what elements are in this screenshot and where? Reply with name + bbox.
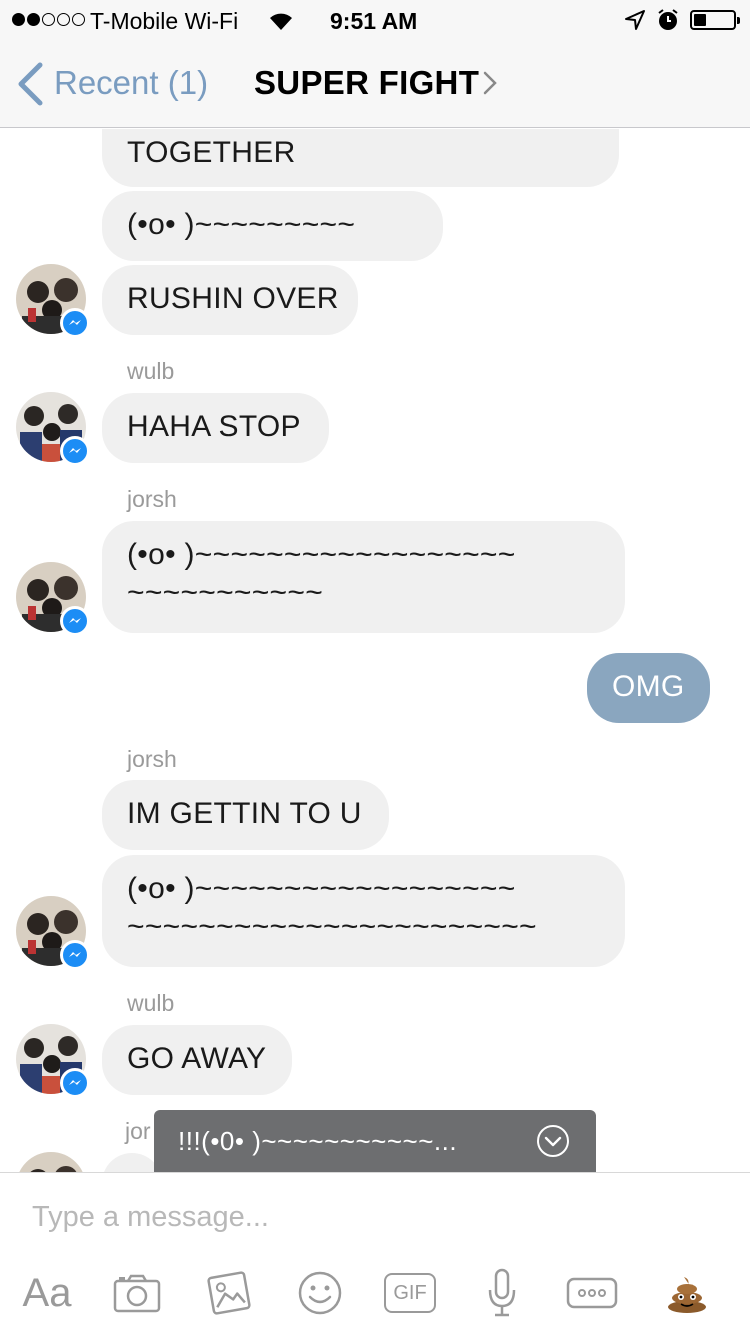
message-bubble[interactable]: TOGETHER [102,129,619,187]
messenger-badge-icon [60,1068,90,1098]
alarm-icon [656,8,680,38]
composer-toolbar: Aa GIF [0,1263,750,1323]
messenger-badge-icon [60,308,90,338]
message-text: RUSHIN OVER [127,282,339,315]
sender-name: jor [125,1118,151,1144]
message-text: OMG [612,670,685,703]
message-text: IM GETTIN TO U [127,797,362,830]
message-composer: Aa GIF [0,1172,750,1334]
quick-reply-suggestion[interactable]: !!!(•0• )~~~~~~~~~~~... [154,1110,596,1172]
location-arrow-icon [624,9,646,37]
message-list[interactable]: TOGETHER (•o• )~~~~~~~~~ RUSHIN OVER wul… [0,129,750,1172]
sent-message-bubble[interactable]: OMG [587,653,710,723]
clock: 9:51 AM [330,8,418,34]
sender-name: wulb [127,358,175,384]
message-text: (•o• )~~~~~~~~~~~~~~~~~~ [127,872,516,905]
poop-emoji-icon[interactable] [664,1263,710,1323]
message-text: TOGETHER [127,136,296,169]
sender-name: jorsh [127,746,177,772]
message-text: ~~~~~~~~~~~~~~~~~~~~~~~ [127,910,537,943]
gif-icon[interactable]: GIF [383,1263,437,1323]
message-bubble[interactable]: (•o• )~~~~~~~~~~~~~~~~~~ ~~~~~~~~~~~~~~~… [102,855,625,967]
contact-avatar[interactable] [16,562,90,636]
sender-name: wulb [127,990,175,1016]
wifi-icon [268,10,294,38]
more-icon[interactable] [566,1263,618,1323]
chevron-right-icon[interactable] [482,70,498,101]
contact-avatar[interactable] [16,896,90,970]
message-bubble[interactable] [102,1153,162,1172]
signal-strength-icon [12,13,85,26]
messenger-badge-icon [60,606,90,636]
message-bubble[interactable]: (•o• )~~~~~~~~~~~~~~~~~~ ~~~~~~~~~~~ [102,521,625,633]
gif-label: GIF [384,1273,436,1313]
back-button[interactable]: Recent (1) [54,64,208,102]
emoji-icon[interactable] [295,1263,345,1323]
chevron-down-circle-icon[interactable] [536,1124,570,1165]
message-bubble[interactable]: HAHA STOP [102,393,329,463]
contact-avatar[interactable] [16,1024,90,1098]
contact-avatar[interactable] [16,1152,86,1172]
message-input[interactable] [32,1197,722,1237]
back-chevron-icon[interactable] [16,62,44,111]
message-text: ~~~~~~~~~~~ [127,576,324,609]
navigation-bar: Recent (1) SUPER FIGHT [0,40,750,128]
camera-icon[interactable] [112,1263,162,1323]
text-format-button[interactable]: Aa [20,1263,74,1323]
message-bubble[interactable]: RUSHIN OVER [102,265,358,335]
contact-avatar[interactable] [16,392,90,466]
message-bubble[interactable]: GO AWAY [102,1025,292,1095]
messenger-badge-icon [60,436,90,466]
message-text: HAHA STOP [127,410,301,443]
message-bubble[interactable]: IM GETTIN TO U [102,780,389,850]
message-bubble[interactable]: (•o• )~~~~~~~~~ [102,191,443,261]
contact-avatar[interactable] [16,264,90,338]
conversation-title[interactable]: SUPER FIGHT [254,64,479,102]
message-text: (•o• )~~~~~~~~~ [127,208,356,241]
message-text: (•o• )~~~~~~~~~~~~~~~~~~ [127,538,516,571]
status-bar: T-Mobile Wi-Fi 9:51 AM [0,0,750,40]
battery-icon [690,10,740,30]
message-text: GO AWAY [127,1042,267,1075]
suggestion-text: !!!(•0• )~~~~~~~~~~~... [178,1126,458,1156]
messenger-badge-icon [60,940,90,970]
microphone-icon[interactable] [480,1263,524,1323]
carrier-name: T-Mobile Wi-Fi [90,8,239,34]
sender-name: jorsh [127,486,177,512]
gallery-icon[interactable] [204,1263,254,1323]
